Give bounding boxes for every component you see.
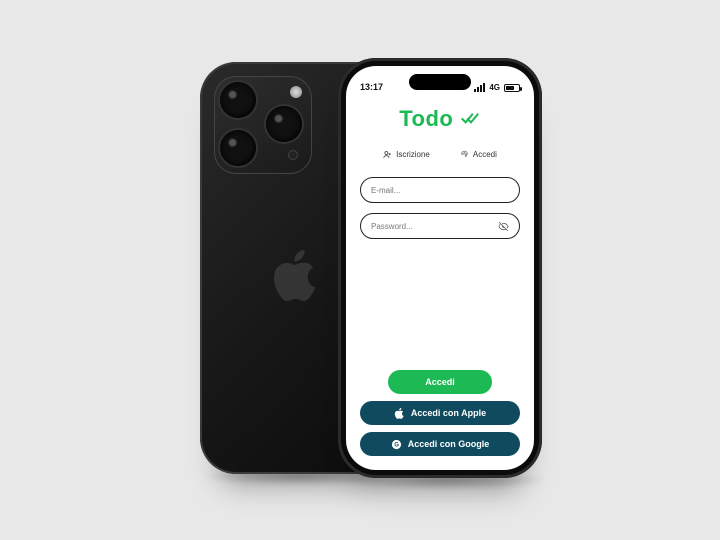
tab-signup[interactable]: Iscrizione bbox=[383, 150, 430, 163]
mockup-stage: 13:17 4G Todo Iscrizione bbox=[0, 0, 720, 540]
lidar-icon bbox=[288, 150, 298, 160]
svg-text:G: G bbox=[394, 442, 399, 448]
app-root: Todo Iscrizione Accedi bbox=[346, 94, 534, 470]
apple-icon bbox=[394, 408, 405, 419]
status-right: 4G bbox=[474, 83, 520, 92]
auth-tabs: Iscrizione Accedi bbox=[360, 150, 520, 163]
screen: 13:17 4G Todo Iscrizione bbox=[346, 66, 534, 470]
camera-module bbox=[214, 76, 312, 174]
camera-lens-icon bbox=[220, 82, 256, 118]
fingerprint-icon bbox=[460, 150, 469, 159]
input-placeholder: E-mail... bbox=[371, 186, 400, 195]
camera-lens-icon bbox=[266, 106, 302, 142]
status-network-label: 4G bbox=[489, 83, 500, 92]
status-time: 13:17 bbox=[360, 82, 383, 92]
signin-google-button[interactable]: G Accedi con Google bbox=[360, 432, 520, 456]
battery-icon bbox=[504, 84, 520, 92]
spacer bbox=[360, 249, 520, 363]
camera-lens-icon bbox=[220, 130, 256, 166]
tab-label: Accedi bbox=[473, 150, 497, 159]
dynamic-island bbox=[409, 74, 471, 90]
input-placeholder: Password... bbox=[371, 222, 413, 231]
email-field[interactable]: E-mail... bbox=[360, 177, 520, 203]
tab-label: Iscrizione bbox=[396, 150, 430, 159]
signin-button[interactable]: Accedi bbox=[388, 370, 492, 394]
eye-off-icon[interactable] bbox=[498, 221, 509, 232]
user-plus-icon bbox=[383, 150, 392, 159]
button-label: Accedi bbox=[425, 377, 455, 387]
app-logo: Todo bbox=[360, 106, 520, 132]
double-check-icon bbox=[461, 112, 481, 131]
camera-flash-icon bbox=[290, 86, 302, 98]
google-icon: G bbox=[391, 439, 402, 450]
button-label: Accedi con Google bbox=[408, 439, 490, 449]
apple-logo-icon bbox=[274, 250, 318, 302]
password-field[interactable]: Password... bbox=[360, 213, 520, 239]
phone-front-body: 13:17 4G Todo Iscrizione bbox=[338, 58, 542, 478]
signin-apple-button[interactable]: Accedi con Apple bbox=[360, 401, 520, 425]
brand-name: Todo bbox=[399, 106, 453, 131]
button-label: Accedi con Apple bbox=[411, 408, 486, 418]
signal-bars-icon bbox=[474, 83, 485, 92]
tab-signin[interactable]: Accedi bbox=[460, 150, 497, 163]
